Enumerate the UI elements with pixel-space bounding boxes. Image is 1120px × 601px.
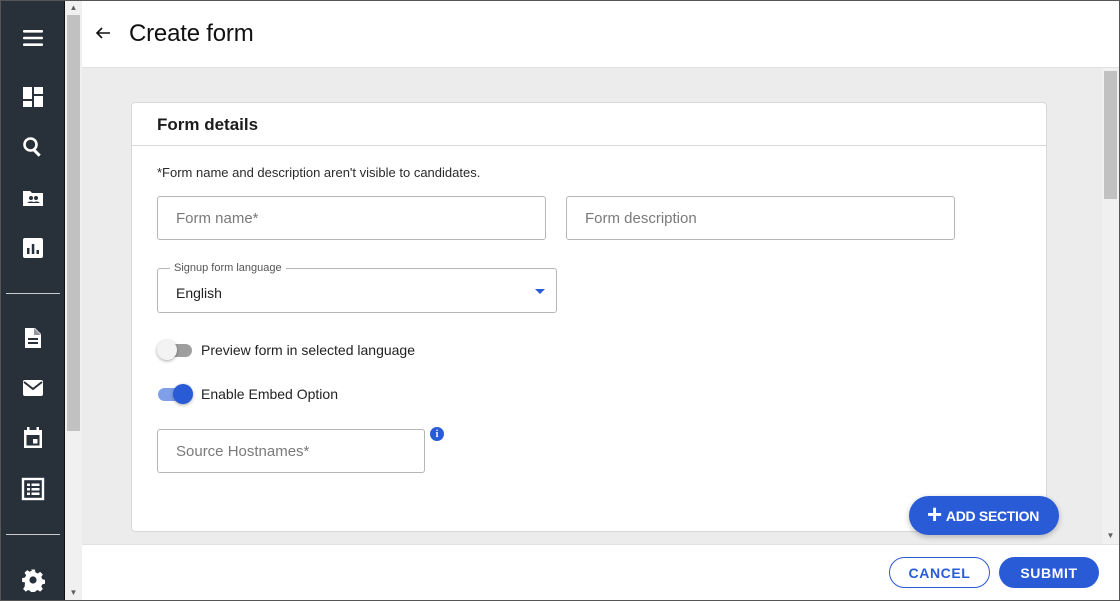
back-arrow-icon[interactable]: [94, 24, 112, 44]
preview-language-toggle[interactable]: [157, 340, 193, 360]
toggle-knob: [173, 384, 193, 404]
scroll-down-arrow-icon[interactable]: ▼: [1102, 528, 1119, 542]
list-icon[interactable]: [20, 476, 46, 502]
nav-divider: [6, 293, 60, 294]
settings-icon[interactable]: [20, 567, 46, 593]
dropdown-caret-icon: [535, 289, 545, 294]
visibility-note: *Form name and description aren't visibl…: [157, 165, 481, 180]
menu-icon[interactable]: [20, 25, 46, 51]
cancel-button[interactable]: CANCEL: [889, 557, 990, 588]
info-icon[interactable]: i: [430, 427, 444, 441]
scroll-up-arrow-icon[interactable]: ▲: [65, 0, 82, 14]
form-description-input[interactable]: Form description: [566, 196, 955, 240]
add-section-button[interactable]: + ADD SECTION: [909, 496, 1059, 535]
signup-language-select[interactable]: Signup form language English: [157, 262, 557, 313]
embed-option-label: Enable Embed Option: [201, 386, 338, 402]
plus-icon: +: [927, 499, 942, 529]
preview-language-toggle-row[interactable]: Preview form in selected language: [157, 339, 415, 361]
mail-icon[interactable]: [20, 375, 46, 401]
card-title: Form details: [132, 103, 1046, 146]
select-label: Signup form language: [170, 262, 286, 274]
scroll-down-arrow-icon[interactable]: ▼: [65, 585, 82, 599]
nav-divider: [6, 534, 60, 535]
reports-icon[interactable]: [20, 235, 46, 261]
page-title: Create form: [129, 20, 254, 47]
toggle-knob: [157, 340, 177, 360]
embed-option-toggle[interactable]: [157, 384, 193, 404]
embed-option-toggle-row[interactable]: Enable Embed Option: [157, 383, 338, 405]
form-details-card: Form details *Form name and description …: [131, 102, 1047, 532]
select-value: English: [176, 285, 222, 301]
side-navigation: [0, 0, 65, 601]
action-footer: CANCEL SUBMIT: [82, 544, 1119, 601]
dashboard-icon[interactable]: [20, 84, 46, 110]
document-icon[interactable]: [20, 325, 46, 351]
candidates-folder-icon[interactable]: [20, 185, 46, 211]
search-icon[interactable]: [20, 134, 46, 160]
add-section-label: ADD SECTION: [945, 507, 1040, 524]
form-name-input[interactable]: Form name*: [157, 196, 546, 240]
source-hostnames-input[interactable]: Source Hostnames*: [157, 429, 425, 473]
form-content-area: Form details *Form name and description …: [82, 68, 1102, 544]
nav-scrollbar[interactable]: ▲ ▼: [65, 0, 82, 601]
content-scrollbar[interactable]: ▼: [1102, 68, 1119, 544]
submit-button[interactable]: SUBMIT: [999, 557, 1099, 588]
page-header: Create form: [82, 0, 1119, 68]
preview-language-label: Preview form in selected language: [201, 342, 416, 358]
content-scrollbar-thumb[interactable]: [1104, 71, 1117, 199]
nav-scrollbar-thumb[interactable]: [67, 15, 80, 431]
calendar-icon[interactable]: [20, 425, 46, 451]
